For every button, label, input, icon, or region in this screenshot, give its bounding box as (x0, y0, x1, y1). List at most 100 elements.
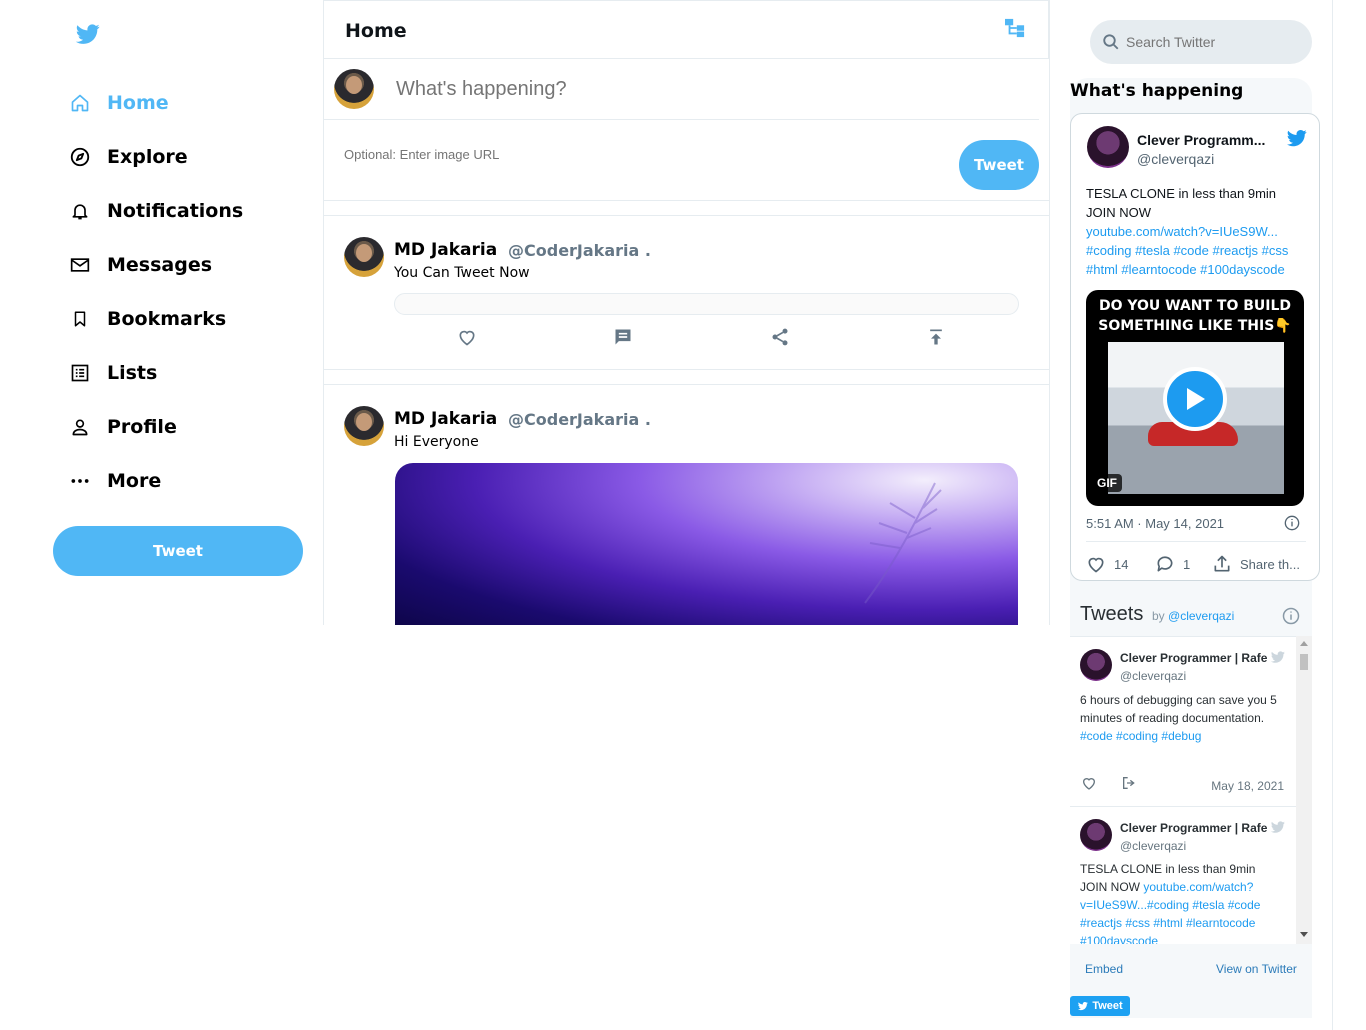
tl-hashtags[interactable]: #code #coding #debug (1080, 727, 1285, 745)
search-input[interactable] (1126, 34, 1296, 50)
avatar (344, 237, 384, 277)
card-timestamp[interactable]: 5:51 AM · May 14, 2021 (1086, 516, 1224, 531)
tl-date[interactable]: May 18, 2021 (1211, 779, 1284, 793)
list-icon (68, 361, 92, 385)
twitter-bird-icon (1270, 821, 1285, 833)
tweet-input[interactable] (396, 78, 996, 101)
share-icon[interactable] (768, 325, 792, 349)
tl-author-name[interactable]: Clever Programmer | Rafe (1120, 651, 1270, 665)
post-author-name: MD Jakaria (394, 409, 498, 429)
post-text: You Can Tweet Now (394, 265, 530, 281)
post-author-handle: @CoderJakaria . (508, 241, 651, 260)
search-bar[interactable] (1090, 20, 1312, 64)
tl-text-body: 6 hours of debugging can save you 5 minu… (1080, 693, 1277, 725)
embed-link[interactable]: Embed (1085, 962, 1123, 976)
twitter-logo-icon[interactable] (74, 22, 102, 46)
avatar (334, 69, 374, 109)
bell-icon (68, 199, 92, 223)
heart-icon[interactable] (455, 325, 479, 349)
sidebar: Home Explore Notifications Messages Book… (0, 0, 324, 625)
sidebar-item-label: Lists (107, 362, 158, 384)
publish-icon[interactable] (924, 325, 948, 349)
sidebar-item-label: Notifications (107, 200, 244, 222)
sidebar-item-bookmarks[interactable]: Bookmarks (68, 304, 226, 334)
sidebar-item-home[interactable]: Home (68, 88, 169, 118)
widget-tweet-label: Tweet (1092, 1000, 1123, 1012)
search-icon (1103, 34, 1119, 50)
app: Home Explore Notifications Messages Book… (0, 0, 1366, 1030)
share-out-icon[interactable] (1121, 775, 1137, 791)
sidebar-item-label: Bookmarks (107, 308, 227, 330)
explore-icon (68, 145, 92, 169)
tl-text: 6 hours of debugging can save you 5 minu… (1080, 691, 1285, 745)
divider (1086, 541, 1306, 542)
person-icon (68, 415, 92, 439)
card-author-handle[interactable]: @cleverqazi (1137, 151, 1214, 167)
view-on-twitter-link[interactable]: View on Twitter (1216, 962, 1297, 976)
sidebar-item-label: Messages (107, 254, 213, 276)
tree-icon[interactable] (1004, 18, 1026, 38)
play-icon[interactable] (1163, 367, 1227, 431)
info-icon[interactable] (1284, 515, 1300, 531)
scroll-down-icon[interactable] (1300, 932, 1308, 938)
card-reply-button[interactable]: 1 (1155, 554, 1190, 574)
list-item[interactable]: Clever Programmer | Rafe @cleverqazi TES… (1070, 807, 1296, 944)
card-media-heading: DO YOU WANT TO BUILD SOMETHING LIKE THIS… (1098, 298, 1292, 334)
reply-icon (1157, 556, 1173, 572)
scrollbar-thumb[interactable] (1300, 654, 1308, 670)
post-author-name: MD Jakaria (394, 240, 498, 260)
feather-icon (864, 482, 942, 604)
avatar (1080, 819, 1112, 851)
avatar (344, 406, 384, 446)
widgets: What's happening Clever Programm... @cle… (1050, 0, 1333, 1030)
tl-author-name[interactable]: Clever Programmer | Rafe (1120, 821, 1270, 835)
card-author-name[interactable]: Clever Programm... (1137, 132, 1265, 148)
card-media[interactable]: DO YOU WANT TO BUILD SOMETHING LIKE THIS… (1086, 290, 1304, 506)
sidebar-item-label: Profile (107, 416, 177, 438)
card-hashtags[interactable]: #coding #tesla #code #reactjs #css #html… (1086, 241, 1311, 279)
sidebar-item-messages[interactable]: Messages (68, 250, 212, 280)
widget-tweet-button[interactable]: Tweet (1070, 996, 1130, 1016)
feed: Home Tweet MD Jakaria @CoderJakaria . Yo… (324, 0, 1050, 625)
timeline-title: Tweets (1080, 603, 1144, 625)
sidebar-item-notifications[interactable]: Notifications (68, 196, 243, 226)
avatar (1087, 126, 1129, 168)
sidebar-item-explore[interactable]: Explore (68, 142, 188, 172)
sidebar-item-label: More (107, 470, 162, 492)
timeline-by: by @cleverqazi (1152, 609, 1234, 623)
card-link[interactable]: youtube.com/watch?v=IUeS9W... (1086, 222, 1311, 241)
tweet-button[interactable]: Tweet (959, 140, 1039, 190)
timeline-by-handle[interactable]: @cleverqazi (1168, 609, 1234, 623)
post-text: Hi Everyone (394, 434, 479, 450)
timeline-scrollbar[interactable] (1296, 636, 1312, 944)
sidebar-tweet-button[interactable]: Tweet (53, 526, 303, 576)
tl-author-handle[interactable]: @cleverqazi (1120, 839, 1186, 853)
divider (324, 119, 1039, 120)
more-icon (68, 469, 92, 493)
avatar (1080, 649, 1112, 681)
comment-icon[interactable] (611, 325, 635, 349)
share-icon (1214, 555, 1230, 572)
list-item[interactable]: Clever Programmer | Rafe @cleverqazi 6 h… (1070, 637, 1296, 807)
timeline-list[interactable]: Clever Programmer | Rafe @cleverqazi 6 h… (1070, 636, 1312, 944)
image-url-input[interactable] (344, 147, 744, 162)
info-icon[interactable] (1282, 607, 1300, 625)
sidebar-item-more[interactable]: More (68, 466, 161, 496)
heart-icon (1088, 557, 1104, 573)
post-image (395, 463, 1018, 625)
heart-icon[interactable] (1081, 775, 1097, 791)
sidebar-item-profile[interactable]: Profile (68, 412, 177, 442)
mail-icon (68, 253, 92, 277)
card-like-button[interactable]: 14 (1086, 554, 1128, 574)
divider (324, 200, 1049, 216)
card-text-line: JOIN NOW (1086, 205, 1151, 220)
scroll-up-icon[interactable] (1300, 640, 1308, 646)
tl-author-handle[interactable]: @cleverqazi (1120, 669, 1186, 683)
like-count: 14 (1114, 556, 1129, 572)
widgets-heading: What's happening (1070, 81, 1244, 101)
twitter-bird-icon[interactable] (1285, 128, 1309, 148)
sidebar-item-lists[interactable]: Lists (68, 358, 157, 388)
card-share-button[interactable]: Share th... (1212, 554, 1300, 574)
embedded-tweet-card[interactable]: Clever Programm... @cleverqazi TESLA CLO… (1070, 113, 1320, 581)
gif-badge: GIF (1092, 474, 1122, 492)
